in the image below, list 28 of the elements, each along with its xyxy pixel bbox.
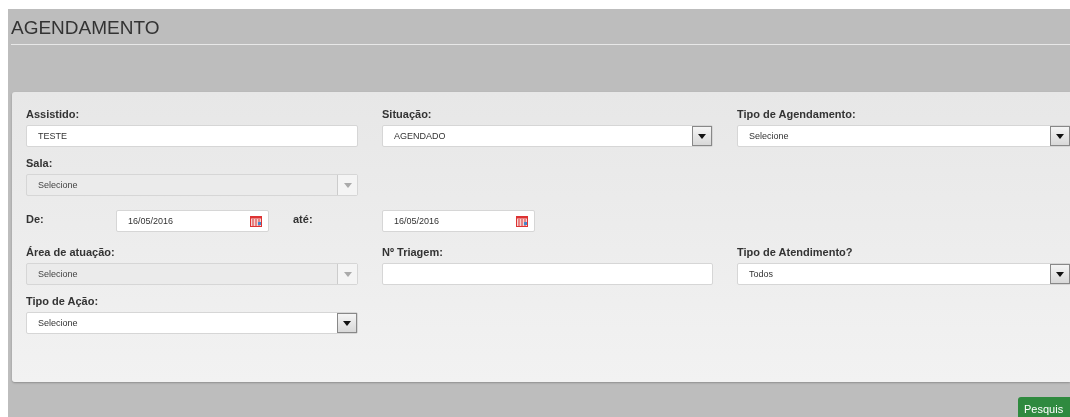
field-label: Tipo de Ação:: [26, 295, 100, 307]
caret-icon: [1056, 133, 1064, 139]
field-label: Tipo de Atendimento?: [737, 246, 854, 258]
page-title: AGENDAMENTO: [10, 16, 161, 40]
select-field[interactable]: AGENDADO: [382, 125, 713, 147]
date-field[interactable]: 16/05/2016: [116, 210, 269, 232]
field-label: Situação:: [382, 108, 433, 120]
field-label: De:: [26, 212, 45, 225]
text-field[interactable]: TESTE: [26, 125, 358, 147]
search-button[interactable]: Pesquis: [1018, 397, 1070, 417]
text-field[interactable]: [382, 263, 713, 285]
field-label: Tipo de Agendamento:: [737, 108, 857, 120]
select-field[interactable]: Todos: [737, 263, 1070, 285]
date-field[interactable]: 16/05/2016: [382, 210, 535, 232]
caret-icon: [343, 182, 352, 188]
field-label: Sala:: [26, 157, 54, 169]
field-label: Assistido:: [26, 108, 81, 120]
field-label: até:: [293, 212, 314, 225]
caret-icon: [343, 271, 352, 277]
field-label: Área de atuação:: [26, 246, 116, 258]
select-field[interactable]: Selecione: [26, 312, 358, 334]
caret-icon: [343, 320, 351, 326]
caret-icon: [1056, 271, 1064, 277]
caret-icon: [698, 133, 706, 139]
calendar-icon[interactable]: [250, 215, 262, 227]
select-field[interactable]: Selecione: [737, 125, 1070, 147]
calendar-icon[interactable]: [516, 215, 528, 227]
field-label: Nº Triagem:: [382, 246, 444, 258]
